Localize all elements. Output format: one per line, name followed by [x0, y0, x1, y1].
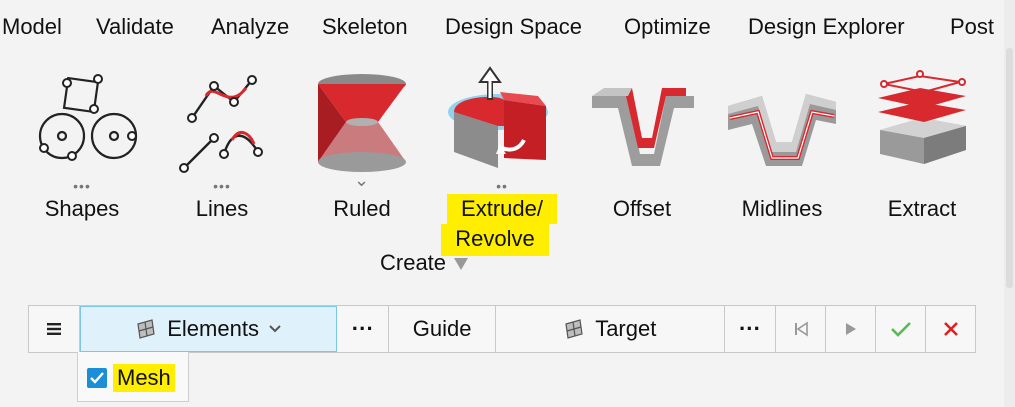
- checkmark-icon: [890, 322, 911, 337]
- menu-bar: Model Validate Analyze Skeleton Design S…: [0, 0, 1004, 52]
- more-options-button[interactable]: ···: [337, 306, 390, 352]
- more-options-button-2[interactable]: ···: [725, 306, 777, 352]
- menu-analyze[interactable]: Analyze: [211, 12, 289, 40]
- lines-more-indicator[interactable]: •••: [162, 178, 282, 194]
- play-icon: [845, 323, 856, 335]
- ruled-icon: [318, 74, 406, 172]
- shapes-icon: [38, 74, 138, 161]
- extrude-revolve-icon: [448, 66, 548, 168]
- lines-tool[interactable]: ••• Lines: [162, 66, 282, 256]
- menu-skeleton[interactable]: Skeleton: [322, 12, 408, 40]
- mesh-label: Mesh: [113, 364, 175, 392]
- play-button[interactable]: [826, 306, 877, 352]
- ruled-tool[interactable]: ⌄ Ruled: [302, 66, 422, 256]
- hamburger-icon: [46, 323, 61, 335]
- create-dropdown-icon[interactable]: [454, 258, 469, 271]
- offset-icon: [592, 88, 694, 166]
- mesh-checkbox[interactable]: [87, 368, 107, 388]
- shapes-tool[interactable]: ••• Shapes: [22, 66, 142, 256]
- menu-design-space[interactable]: Design Space: [445, 12, 582, 40]
- elements-label: Elements: [167, 316, 259, 341]
- menu-post[interactable]: Post: [950, 12, 994, 40]
- skip-back-button[interactable]: [776, 306, 827, 352]
- midlines-label: Midlines: [741, 196, 823, 221]
- create-group-label[interactable]: Create: [380, 250, 469, 276]
- extrude-revolve-label: Extrude/ Revolve: [438, 194, 566, 256]
- vertical-scrollbar[interactable]: [1004, 0, 1015, 407]
- scrollbar-thumb[interactable]: [1006, 48, 1013, 288]
- menu-validate[interactable]: Validate: [96, 12, 174, 40]
- offset-label: Offset: [612, 196, 672, 221]
- skip-to-start-icon: [794, 321, 808, 337]
- extrude-revolve-more-indicator[interactable]: ••: [442, 178, 562, 194]
- close-icon: [943, 322, 958, 336]
- target-label: Target: [595, 316, 657, 341]
- create-ribbon: ••• Shapes ••• Lines ⌄ Ruled •• Extrude/…: [0, 52, 1004, 292]
- lines-label: Lines: [195, 196, 249, 221]
- apply-button[interactable]: [876, 306, 927, 352]
- extract-label: Extract: [887, 196, 957, 221]
- offset-tool[interactable]: Offset: [582, 66, 702, 256]
- mesh-option[interactable]: Mesh: [87, 364, 175, 392]
- target-mesh-icon: [565, 319, 583, 339]
- ruled-more-indicator[interactable]: ⌄: [302, 170, 422, 191]
- lines-icon: [179, 75, 263, 173]
- cancel-button[interactable]: [926, 306, 975, 352]
- target-selector[interactable]: Target: [496, 306, 725, 352]
- check-icon: [90, 372, 104, 384]
- elements-dropdown: Mesh: [77, 352, 189, 402]
- shapes-label: Shapes: [44, 196, 120, 221]
- menu-model[interactable]: Model: [2, 12, 62, 40]
- extrude-revolve-tool[interactable]: •• Extrude/ Revolve: [441, 66, 562, 256]
- extract-tool[interactable]: Extract: [862, 66, 982, 256]
- create-label: Create: [380, 250, 447, 275]
- guide-bar: Elements ··· Guide Target ···: [28, 305, 976, 353]
- menu-design-explorer[interactable]: Design Explorer: [748, 12, 905, 40]
- menu-button[interactable]: [29, 306, 80, 352]
- chevron-down-icon: [269, 325, 281, 333]
- extrude-label-line1: Extrude/: [447, 194, 557, 224]
- shapes-more-indicator[interactable]: •••: [22, 178, 142, 194]
- menu-optimize[interactable]: Optimize: [624, 12, 711, 40]
- extract-icon: [878, 70, 966, 164]
- elements-selector[interactable]: Elements: [79, 306, 338, 352]
- grid-mesh-icon: [137, 319, 155, 339]
- midlines-icon: [728, 94, 836, 166]
- ruled-label: Ruled: [333, 196, 391, 221]
- midlines-tool[interactable]: Midlines: [722, 66, 842, 256]
- guide-button[interactable]: Guide: [389, 306, 497, 352]
